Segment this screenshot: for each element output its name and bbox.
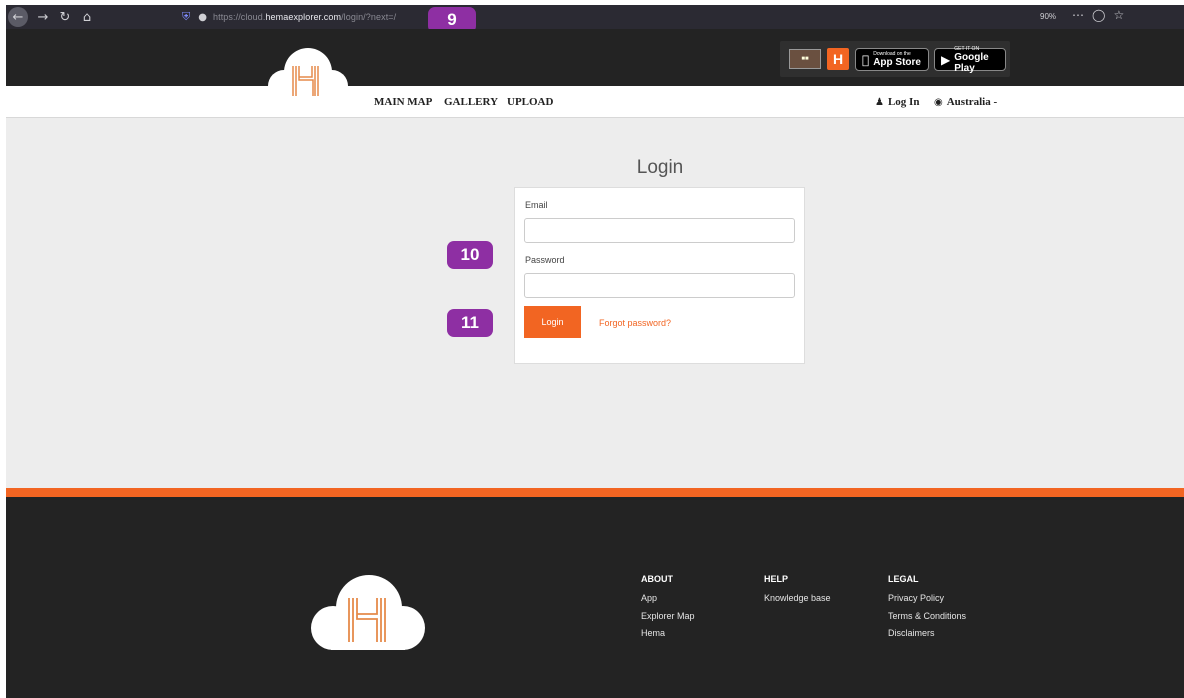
- browser-toolbar: ← → ↻ ⌂ ⛨ ● https://cloud.hemaexplorer.c…: [6, 5, 1184, 29]
- footer-hema-logo[interactable]: [305, 570, 431, 650]
- login-button[interactable]: Login: [524, 306, 581, 338]
- forgot-password-link[interactable]: Forgot password?: [599, 318, 671, 328]
- apple-icon: : [862, 53, 869, 67]
- reload-icon[interactable]: ↻: [54, 6, 76, 28]
- user-icon: ♟: [875, 96, 884, 108]
- url-text: https://cloud.hemaexplorer.com/login/?ne…: [212, 12, 397, 22]
- tv-badge-icon[interactable]: ■■: [789, 49, 821, 69]
- hema-app-badge[interactable]: H: [827, 48, 849, 70]
- play-icon: ▶: [941, 52, 951, 67]
- region-dropdown[interactable]: ◉ Australia -: [934, 96, 997, 108]
- google-play-button[interactable]: ▶ GET IT ON Google Play: [934, 46, 1006, 74]
- shield-icon: ⛨: [182, 10, 191, 23]
- password-label: Password: [525, 255, 565, 265]
- nav-gallery[interactable]: GALLERY: [444, 96, 498, 108]
- nav-login[interactable]: ♟ Log In: [875, 96, 919, 108]
- footer-stripe: [6, 488, 1184, 497]
- address-bar[interactable]: ⛨ ● https://cloud.hemaexplorer.com/login…: [176, 5, 1176, 29]
- bookmark-star-icon[interactable]: ☆: [1113, 8, 1124, 22]
- lock-icon: ●: [198, 11, 207, 23]
- pocket-icon[interactable]: ◯: [1092, 8, 1105, 22]
- zoom-level[interactable]: 90%: [1040, 12, 1056, 21]
- password-field[interactable]: [524, 273, 795, 298]
- email-field[interactable]: [524, 218, 795, 243]
- step-badge-10: 10: [447, 241, 493, 269]
- nav-main-map[interactable]: MAIN MAP: [374, 96, 432, 108]
- footer-link-explorer-map[interactable]: Explorer Map: [641, 611, 695, 621]
- home-icon[interactable]: ⌂: [76, 6, 98, 28]
- hema-logo[interactable]: [262, 44, 352, 102]
- footer-link-knowledge-base[interactable]: Knowledge base: [764, 593, 831, 603]
- step-badge-11: 11: [447, 309, 493, 337]
- page-title: Login: [636, 157, 684, 178]
- footer-heading-legal: LEGAL: [888, 574, 919, 584]
- nav-upload[interactable]: UPLOAD: [507, 96, 553, 108]
- footer-link-disclaimers[interactable]: Disclaimers: [888, 628, 935, 638]
- nav-bar: [6, 86, 1184, 118]
- footer-link-terms[interactable]: Terms & Conditions: [888, 611, 966, 621]
- footer-heading-about: ABOUT: [641, 574, 673, 584]
- footer-link-hema[interactable]: Hema: [641, 628, 665, 638]
- app-store-button[interactable]:  Download on theApp Store: [855, 48, 929, 71]
- forward-arrow-icon[interactable]: →: [32, 6, 54, 28]
- back-arrow-icon[interactable]: ←: [8, 7, 28, 27]
- footer-link-app[interactable]: App: [641, 593, 657, 603]
- more-icon[interactable]: ⋯: [1072, 8, 1084, 22]
- email-label: Email: [525, 200, 548, 210]
- footer: [6, 497, 1184, 698]
- footer-heading-help: HELP: [764, 574, 789, 584]
- footer-link-privacy-policy[interactable]: Privacy Policy: [888, 593, 944, 603]
- globe-icon: ◉: [934, 96, 943, 108]
